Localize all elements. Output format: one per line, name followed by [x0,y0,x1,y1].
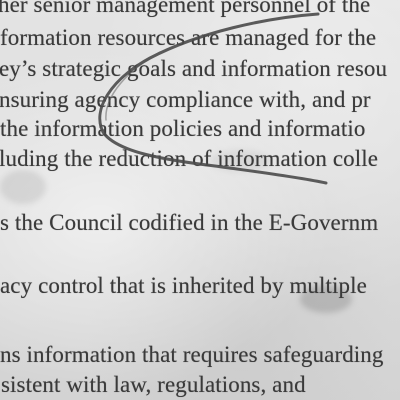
text-line: luding the reduction of information coll… [0,146,379,171]
text-line: her senior management personnel of the [0,0,371,17]
text-line: nsuring agency compliance with, and pr [0,87,371,112]
text-line: ey’s strategic goals and information res… [0,56,388,81]
text-line: s the Council codified in the E-Governm [0,210,379,235]
text-line: the information policies and informatio [0,116,366,141]
text-line: ns information that requires safeguardin… [0,342,384,367]
document-page: her senior management personnel of the f… [0,0,400,400]
text-line: sistent with law, regulations, and [1,372,306,397]
text-line: formation resources are managed for the [0,25,377,50]
text-line: acy control that is inherited by multipl… [0,273,367,298]
paper-stain [0,170,46,204]
